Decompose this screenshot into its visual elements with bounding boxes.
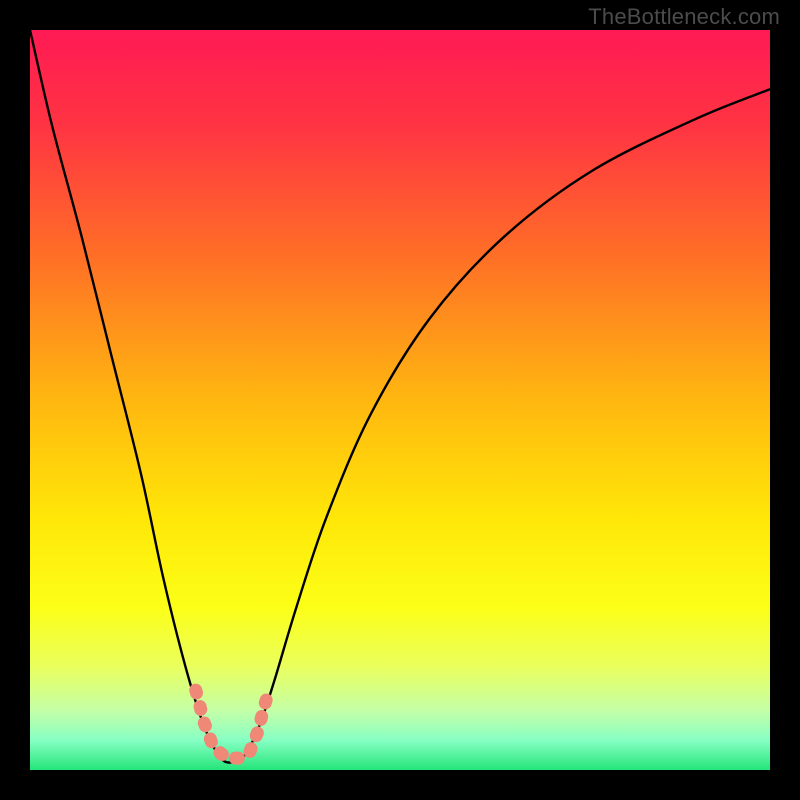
highlight-beads <box>196 690 269 758</box>
plot-area <box>30 30 770 770</box>
curve-layer <box>30 30 770 770</box>
watermark-text: TheBottleneck.com <box>588 4 780 30</box>
chart-frame: TheBottleneck.com <box>0 0 800 800</box>
bottleneck-curve <box>30 30 770 763</box>
